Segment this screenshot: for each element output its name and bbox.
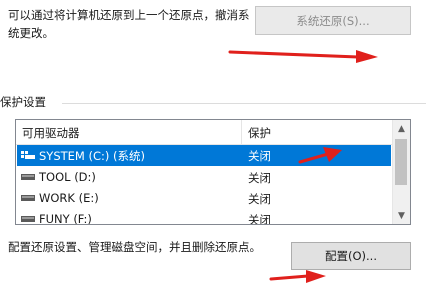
annotation-arrow-icon bbox=[228, 50, 378, 63]
restore-description: 可以通过将计算机还原到上一个还原点，撤消系统更改。 bbox=[8, 8, 250, 40]
scroll-thumb[interactable] bbox=[395, 139, 407, 185]
drive-icon bbox=[21, 216, 35, 222]
column-separator bbox=[241, 120, 242, 144]
drive-name: FUNY (F:) bbox=[39, 212, 92, 225]
system-restore-button[interactable]: 系统还原(S)... bbox=[255, 6, 411, 35]
drive-protection-status: 关闭 bbox=[248, 149, 271, 163]
scroll-up-arrow-icon[interactable]: ▲ bbox=[393, 120, 410, 137]
drive-list[interactable]: 可用驱动器 保护 SYSTEM (C:) (系统) 关闭 TOOL (D:) 关… bbox=[15, 119, 411, 225]
drive-name: WORK (E:) bbox=[39, 191, 99, 205]
annotation-arrow-icon bbox=[298, 147, 342, 164]
drive-name: TOOL (D:) bbox=[39, 170, 96, 184]
system-drive-icon bbox=[21, 151, 35, 159]
drive-row-d[interactable]: TOOL (D:) 关闭 bbox=[17, 167, 391, 188]
annotation-arrow-icon bbox=[269, 270, 326, 283]
drive-list-header: 可用驱动器 保护 bbox=[16, 120, 393, 145]
drive-protection-status: 关闭 bbox=[248, 192, 271, 206]
system-protection-panel: 可以通过将计算机还原到上一个还原点，撤消系统更改。 系统还原(S)... 保护设… bbox=[0, 0, 426, 291]
vertical-scrollbar[interactable]: ▲ ▼ bbox=[392, 120, 410, 224]
column-protection[interactable]: 保护 bbox=[248, 125, 271, 141]
group-divider bbox=[62, 103, 426, 104]
drive-row-f[interactable]: FUNY (F:) 关闭 bbox=[17, 209, 391, 225]
drive-protection-status: 关闭 bbox=[248, 171, 271, 185]
scroll-down-arrow-icon[interactable]: ▼ bbox=[393, 207, 410, 224]
drive-icon bbox=[21, 174, 35, 180]
drive-row-e[interactable]: WORK (E:) 关闭 bbox=[17, 188, 391, 209]
configure-button[interactable]: 配置(O)... bbox=[291, 242, 411, 270]
configure-description: 配置还原设置、管理磁盘空间，并且删除还原点。 bbox=[8, 240, 261, 254]
drive-name: SYSTEM (C:) (系统) bbox=[39, 149, 145, 163]
protection-settings-title: 保护设置 bbox=[0, 94, 50, 110]
drive-protection-status: 关闭 bbox=[248, 213, 271, 225]
column-drive[interactable]: 可用驱动器 bbox=[22, 125, 80, 141]
drive-icon bbox=[21, 195, 35, 201]
